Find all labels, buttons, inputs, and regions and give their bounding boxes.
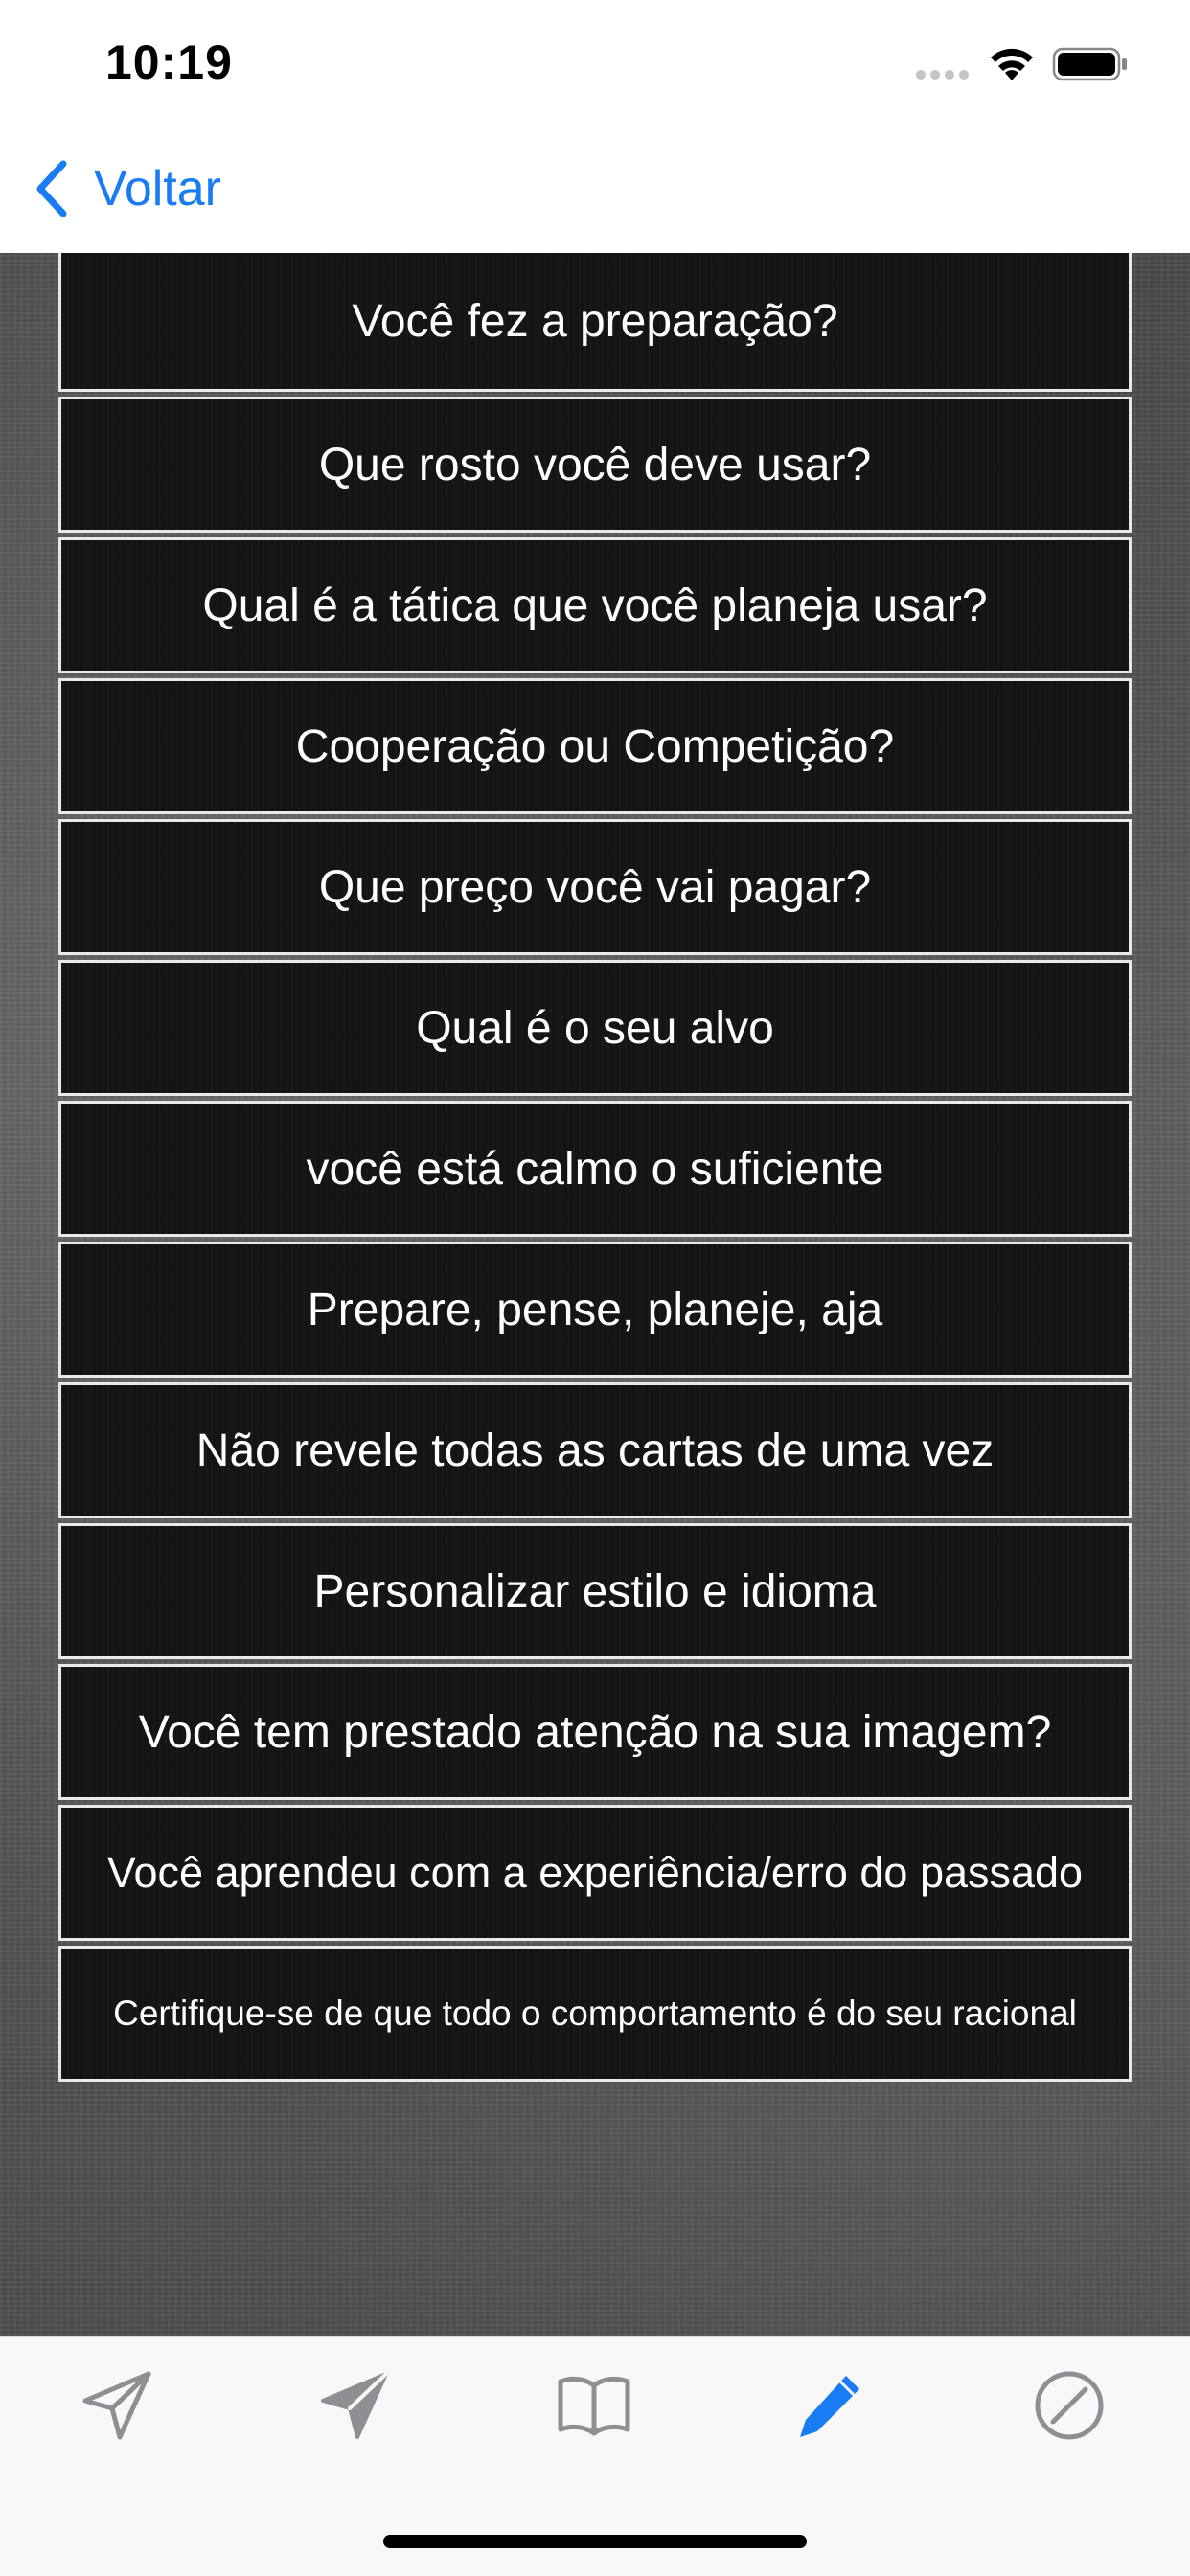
list-item[interactable]: Que preço você vai pagar? [58,819,1132,955]
send-outline-icon [82,2371,151,2440]
tab-send-filled[interactable] [307,2358,402,2453]
question-list: Você fez a preparação? Que rosto você de… [58,253,1132,2086]
battery-icon [1052,47,1127,81]
book-icon [558,2376,630,2436]
list-item[interactable]: Você tem prestado atenção na sua imagem? [58,1664,1132,1800]
list-item[interactable]: Você fez a preparação? [58,253,1132,392]
cellular-signal-icon [916,70,969,80]
list-item[interactable]: Qual é o seu alvo [58,960,1132,1096]
list-item[interactable]: Não revele todas as cartas de uma vez [58,1382,1132,1518]
list-item[interactable]: Certifique-se de que todo o comportament… [58,1946,1132,2082]
tab-pencil[interactable] [784,2358,880,2453]
status-bar: 10:19 [0,0,1190,126]
back-button[interactable]: Voltar [33,155,221,222]
list-item[interactable]: Qual é a tática que você planeja usar? [58,537,1132,673]
list-item[interactable]: Personalizar estilo e idioma [58,1523,1132,1659]
tab-send-outline[interactable] [69,2358,165,2453]
home-indicator [383,2535,807,2548]
compass-icon [1035,2371,1104,2440]
chalkboard-background: Você fez a preparação? Que rosto você de… [0,253,1190,2336]
chevron-left-icon [36,160,67,217]
list-item[interactable]: você está calmo o suficiente [58,1101,1132,1237]
pencil-icon [800,2376,859,2437]
status-time: 10:19 [105,35,233,89]
tab-compass[interactable] [1021,2358,1117,2453]
navigation-bar: Voltar [0,126,1190,253]
list-item[interactable]: Cooperação ou Competição? [58,678,1132,814]
list-item[interactable]: Que rosto você deve usar? [58,397,1132,533]
wifi-icon [991,48,1033,80]
send-filled-icon [321,2372,388,2439]
back-button-label: Voltar [94,161,221,217]
tab-book[interactable] [546,2358,642,2453]
list-item[interactable]: Você aprendeu com a experiência/erro do … [58,1805,1132,1941]
list-item[interactable]: Prepare, pense, planeje, aja [58,1242,1132,1378]
